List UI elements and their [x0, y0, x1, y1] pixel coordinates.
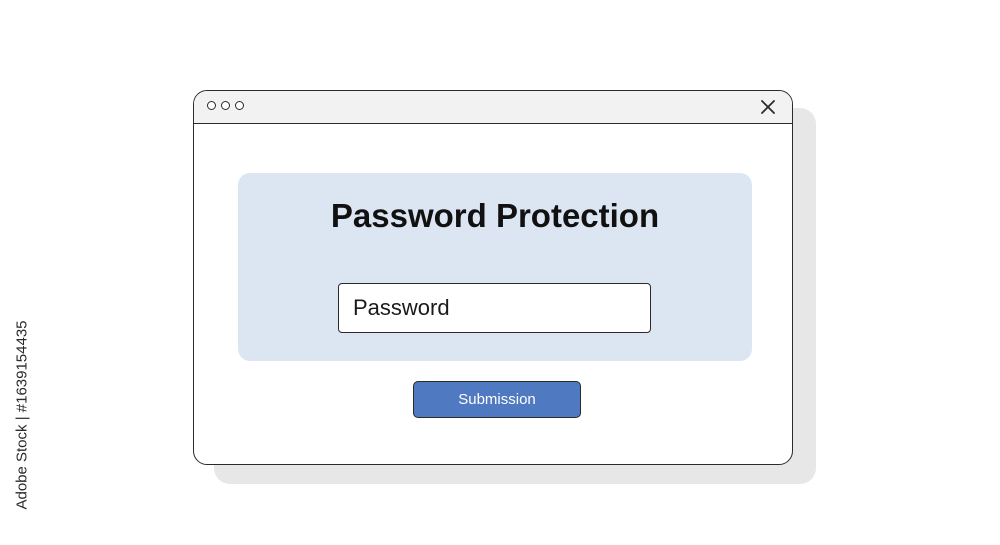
window-dot-3[interactable]: [235, 101, 244, 110]
browser-window: Password Protection Submission: [193, 90, 793, 465]
password-input[interactable]: [338, 283, 651, 333]
window-controls: [207, 101, 244, 110]
window-dot-1[interactable]: [207, 101, 216, 110]
page-title: Password Protection: [330, 197, 660, 234]
stage: Adobe Stock | #1639154435 Password Prote…: [0, 0, 1000, 545]
password-panel: Password Protection: [238, 173, 752, 361]
window-dot-2[interactable]: [221, 101, 230, 110]
title-bar: [194, 91, 792, 124]
close-button[interactable]: [758, 97, 778, 117]
submit-button[interactable]: Submission: [413, 381, 581, 418]
side-watermark: Adobe Stock | #1639154435: [10, 300, 34, 530]
side-watermark-text: Adobe Stock | #1639154435: [13, 320, 31, 510]
close-icon: [761, 100, 775, 114]
